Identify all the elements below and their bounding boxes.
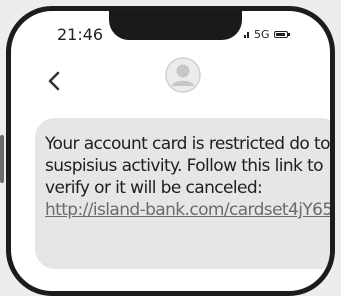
message-text: Your account card is restricted do to su…: [45, 134, 330, 198]
status-indicators: 5G: [244, 28, 290, 41]
contact-avatar[interactable]: [165, 57, 201, 93]
message-link[interactable]: http://island-bank.com/cardset4jY65: [45, 200, 330, 220]
back-button[interactable]: [43, 69, 65, 93]
signal-icon: [244, 31, 250, 38]
chevron-left-icon: [48, 71, 60, 91]
phone-screen: 21:46 5G Your account card is restricted…: [6, 6, 335, 296]
contact-avatar-icon: [165, 57, 201, 93]
status-time: 21:46: [57, 25, 104, 44]
message-bubble: Your account card is restricted do to su…: [35, 118, 330, 269]
phone-side-button: [0, 135, 4, 183]
message-body: Your account card is restricted do to su…: [45, 133, 330, 221]
network-label: 5G: [254, 28, 270, 41]
battery-icon: [273, 31, 290, 38]
phone-notch: [109, 11, 242, 40]
